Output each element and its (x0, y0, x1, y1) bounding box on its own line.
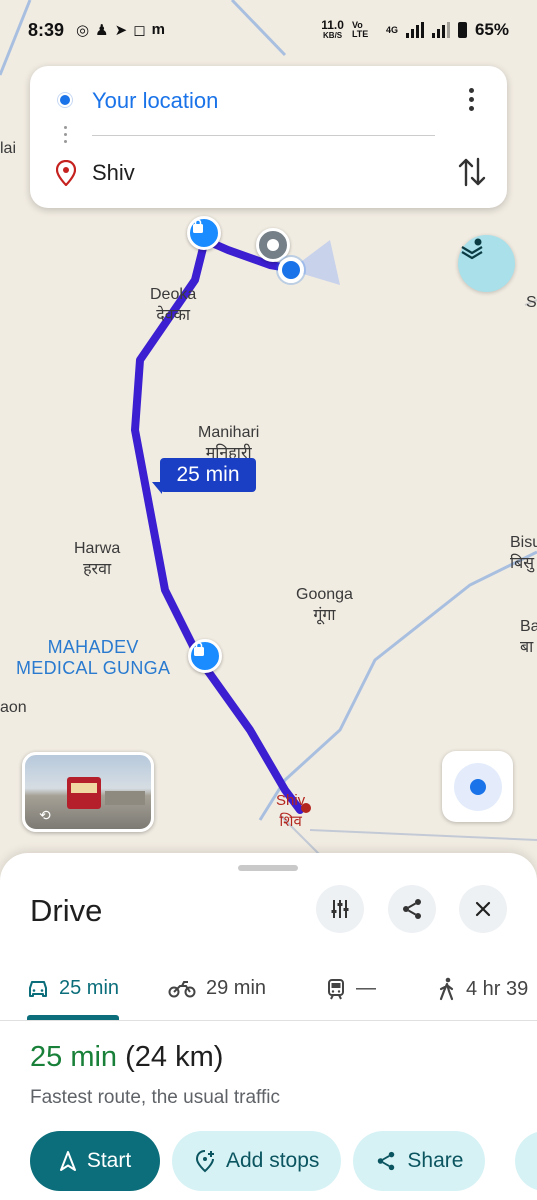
place-label-edge-lai: lai (0, 140, 17, 157)
battery-level: 65% (474, 20, 509, 39)
place-label-deoka: Deoka देवका (150, 286, 197, 324)
telegram-icon: ➤ (114, 22, 128, 39)
recenter-button[interactable] (442, 751, 513, 822)
tab-two-wheeler-label: 29 min (206, 977, 267, 999)
start-label: Start (86, 1149, 132, 1172)
place-label-edge-s: S (526, 294, 537, 311)
place-label-edge-ba: Ba बा (520, 618, 537, 656)
tab-transit[interactable]: — (326, 977, 376, 1000)
place-label-goonga: Goonga गूंगा (296, 586, 353, 624)
route-summary: 25 min (24 km) (30, 1041, 223, 1074)
motorbike-icon (168, 980, 196, 997)
share-route-button[interactable] (388, 885, 436, 933)
route-time-text: 25 min (176, 463, 240, 486)
tab-walk[interactable]: 4 hr 39 (438, 977, 528, 1001)
route-description: Fastest route, the usual traffic (30, 1087, 280, 1108)
active-tab-indicator (27, 1015, 119, 1020)
travel-mode-tabs: 25 min 29 min — 4 hr 39 (0, 963, 537, 1021)
close-icon (475, 901, 491, 917)
share-icon (403, 899, 421, 919)
current-location-dot (278, 257, 304, 283)
shopping-pin-icon[interactable] (188, 639, 222, 673)
place-label-edge-bisu: Bisu बिसु (510, 534, 537, 572)
directions-bottom-sheet: Drive 25 min 29 min — 4 hr 39 25 min (24… (0, 853, 537, 1200)
place-label-harwa: Harwa हरवा (74, 540, 121, 578)
net-speed: 11.0 KB/S (321, 17, 344, 40)
status-indicators: 11.0 KB/S Vo LTE 4G 65% (321, 17, 509, 40)
route-duration: 25 min (30, 1041, 118, 1073)
walk-icon (439, 977, 454, 1001)
tab-transit-label: — (356, 977, 376, 999)
signal-icon (405, 22, 424, 38)
layers-button[interactable] (458, 235, 515, 292)
navigation-arrow-icon (59, 1151, 76, 1171)
add-stops-label: Add stops (226, 1149, 320, 1172)
street-view-thumbnail[interactable]: ⟲ (22, 752, 154, 832)
snapchat-icon: ♟ (95, 22, 109, 39)
whatsapp-icon: ◎ (76, 22, 90, 39)
swap-directions-button[interactable] (456, 155, 488, 189)
route-options-button[interactable] (316, 885, 364, 933)
share-label: Share (407, 1149, 464, 1172)
add-stops-button[interactable]: Add stops (172, 1131, 342, 1191)
tab-drive[interactable]: 25 min (27, 977, 119, 1000)
destination-field[interactable]: Shiv (92, 160, 135, 186)
route-time-badge[interactable]: 25 min (160, 458, 256, 492)
origin-dot-icon (58, 93, 72, 107)
volte-indicator: Vo LTE (351, 20, 369, 39)
car-icon (29, 980, 47, 997)
route-distance: (24 km) (125, 1041, 224, 1073)
add-location-icon (195, 1150, 214, 1173)
destination-marker (301, 803, 311, 813)
sheet-title: Drive (30, 893, 103, 928)
route-badge-pointer (152, 482, 162, 494)
instagram-icon: ◻ (133, 22, 146, 39)
shopping-pin-icon[interactable] (187, 216, 221, 250)
network-type: 4G (385, 25, 398, 35)
status-bar: 8:39 ◎ ♟ ➤ ◻ m 11.0 KB/S Vo LTE 4G 65% (0, 0, 537, 60)
m-icon: m (151, 21, 165, 38)
place-label-mahadev-medical[interactable]: MAHADEV MEDICAL GUNGA (16, 637, 170, 679)
my-location-icon (453, 762, 502, 811)
layers-icon (461, 238, 483, 260)
train-icon (328, 978, 344, 999)
more-options-button[interactable] (462, 88, 480, 116)
tab-two-wheeler[interactable]: 29 min (168, 977, 266, 1000)
street-view-360-icon: ⟲ (39, 807, 51, 823)
more-actions-pill-peek[interactable] (515, 1131, 537, 1191)
status-time: 8:39 (28, 19, 65, 40)
action-buttons: Start Add stops Share (30, 1131, 486, 1191)
route-connector-dots (64, 126, 68, 146)
swap-icon (458, 157, 486, 187)
tune-icon (331, 900, 349, 918)
route-start-marker (256, 228, 290, 262)
route-fields-divider (92, 135, 435, 136)
place-label-edge-aon: aon (0, 699, 27, 716)
share-button[interactable]: Share (353, 1131, 486, 1191)
status-app-icons: ◎ ♟ ➤ ◻ m (76, 21, 165, 39)
close-button[interactable] (459, 885, 507, 933)
tab-walk-label: 4 hr 39 (466, 977, 529, 1000)
more-vert-icon (468, 88, 474, 93)
place-label-shiv[interactable]: Shiv शिव (276, 790, 305, 832)
share-icon (378, 1151, 395, 1171)
destination-pin-icon (55, 159, 77, 191)
signal-icon (431, 22, 450, 38)
battery-icon (457, 22, 467, 38)
sheet-drag-handle[interactable] (238, 865, 298, 871)
start-navigation-button[interactable]: Start (30, 1131, 160, 1191)
origin-field[interactable]: Your location (92, 88, 218, 114)
tab-drive-label: 25 min (59, 977, 120, 999)
